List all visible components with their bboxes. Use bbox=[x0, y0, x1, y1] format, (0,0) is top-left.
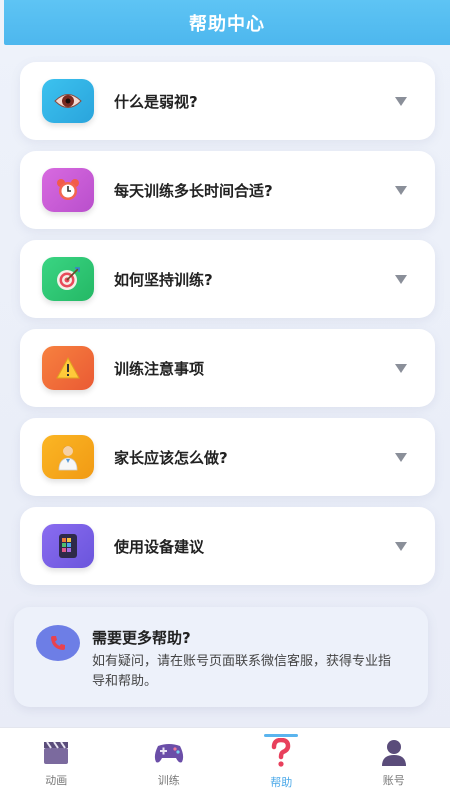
faq-label: 什么是弱视? bbox=[114, 92, 198, 111]
faq-label: 家长应该怎么做? bbox=[114, 448, 228, 467]
help-title: 需要更多帮助? bbox=[92, 629, 191, 647]
parent-icon bbox=[42, 435, 94, 479]
phone-icon[interactable] bbox=[36, 625, 80, 661]
clapperboard-icon bbox=[44, 741, 69, 764]
tab-training[interactable]: 训练 bbox=[113, 728, 226, 800]
tab-label: 帮助 bbox=[270, 776, 293, 789]
tab-label: 账号 bbox=[382, 774, 405, 787]
page-title: 帮助中心 bbox=[189, 13, 265, 35]
faq-label: 训练注意事项 bbox=[114, 359, 205, 378]
chevron-down-icon bbox=[395, 274, 407, 284]
header-bar: 帮助中心 bbox=[4, 0, 450, 45]
gamepad-icon bbox=[154, 744, 183, 763]
tab-account[interactable]: 账号 bbox=[338, 728, 450, 800]
question-icon bbox=[272, 738, 291, 767]
faq-item-device[interactable]: 使用设备建议 bbox=[20, 507, 435, 585]
more-help-card: 需要更多帮助? 如有疑问，请在账号页面联系微信客服，获得专业指导和帮助。 bbox=[14, 607, 428, 707]
faq-label: 使用设备建议 bbox=[114, 537, 205, 556]
chevron-down-icon bbox=[395, 541, 407, 551]
faq-item-precautions[interactable]: 训练注意事项 bbox=[20, 329, 435, 407]
chevron-down-icon bbox=[395, 363, 407, 373]
faq-label: 每天训练多长时间合适? bbox=[114, 181, 273, 200]
tab-help[interactable]: 帮助 bbox=[225, 728, 338, 800]
chevron-down-icon bbox=[395, 96, 407, 106]
user-icon bbox=[381, 740, 406, 766]
active-tab-indicator bbox=[264, 734, 299, 737]
tab-animation[interactable]: 动画 bbox=[0, 728, 113, 800]
tablet-icon bbox=[42, 524, 94, 568]
chevron-down-icon bbox=[395, 452, 407, 462]
tab-label: 训练 bbox=[157, 774, 180, 787]
bottom-tab-bar: 动画 训练 帮助 账号 bbox=[0, 727, 450, 800]
faq-item-persistence[interactable]: 如何坚持训练? bbox=[20, 240, 435, 318]
tab-label: 动画 bbox=[45, 774, 68, 787]
chevron-down-icon bbox=[395, 185, 407, 195]
faq-label: 如何坚持训练? bbox=[114, 270, 213, 289]
faq-item-amblyopia[interactable]: 什么是弱视? bbox=[20, 62, 435, 140]
faq-item-training-duration[interactable]: 每天训练多长时间合适? bbox=[20, 151, 435, 229]
eye-icon bbox=[42, 79, 94, 123]
target-icon bbox=[42, 257, 94, 301]
help-text: 如有疑问，请在账号页面联系微信客服，获得专业指导和帮助。 bbox=[92, 654, 392, 689]
warning-icon bbox=[42, 346, 94, 390]
faq-item-parents[interactable]: 家长应该怎么做? bbox=[20, 418, 435, 496]
alarm-clock-icon bbox=[42, 168, 94, 212]
